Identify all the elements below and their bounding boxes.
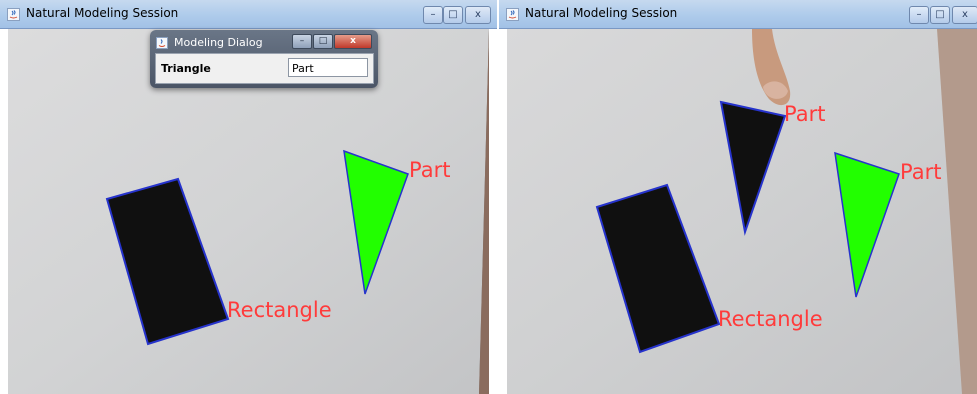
left-window: Natural Modeling Session – □ x Rectangle…	[0, 0, 497, 394]
dialog-title: Modeling Dialog	[174, 36, 263, 49]
minimize-button[interactable]: –	[909, 6, 929, 24]
minimize-icon: –	[916, 9, 922, 20]
minimize-button[interactable]: –	[423, 6, 443, 24]
java-app-icon	[7, 8, 20, 21]
java-app-icon	[156, 37, 168, 49]
java-app-icon	[506, 8, 519, 21]
part-label: Part	[784, 102, 825, 126]
shape-name-field[interactable]: Part	[288, 58, 368, 77]
part-label: Part	[409, 158, 450, 182]
close-button[interactable]: x	[465, 6, 491, 24]
maximize-icon: □	[318, 36, 328, 46]
dialog-minimize-button[interactable]: –	[292, 34, 312, 49]
minimize-icon: –	[299, 36, 305, 46]
right-window-titlebar[interactable]: Natural Modeling Session – □ x	[499, 0, 977, 29]
rectangle-label: Rectangle	[227, 298, 332, 322]
rectangle-label: Rectangle	[718, 307, 823, 331]
window-title: Natural Modeling Session	[525, 6, 678, 20]
camera-view-right[interactable]: Part Part Rectangle	[507, 29, 977, 394]
dialog-table: Triangle Part	[155, 53, 374, 84]
right-window: Natural Modeling Session – □ x Part Part…	[499, 0, 977, 394]
maximize-button[interactable]: □	[930, 6, 950, 24]
close-icon: x	[962, 9, 968, 20]
camera-frame-right: Part Part Rectangle	[507, 29, 977, 394]
modeling-dialog[interactable]: Modeling Dialog – □ x Triangle Part	[150, 30, 378, 88]
minimize-icon: –	[430, 9, 436, 20]
close-button[interactable]: x	[952, 6, 977, 24]
shape-type-label: Triangle	[161, 62, 211, 75]
left-window-titlebar[interactable]: Natural Modeling Session – □ x	[0, 0, 497, 29]
close-icon: x	[475, 9, 481, 20]
dialog-maximize-button[interactable]: □	[313, 34, 333, 49]
window-title: Natural Modeling Session	[26, 6, 179, 20]
part-label: Part	[900, 160, 941, 184]
close-icon: x	[350, 36, 356, 46]
dialog-close-button[interactable]: x	[334, 34, 372, 49]
maximize-icon: □	[448, 9, 458, 20]
maximize-button[interactable]: □	[443, 6, 463, 24]
maximize-icon: □	[935, 9, 945, 20]
